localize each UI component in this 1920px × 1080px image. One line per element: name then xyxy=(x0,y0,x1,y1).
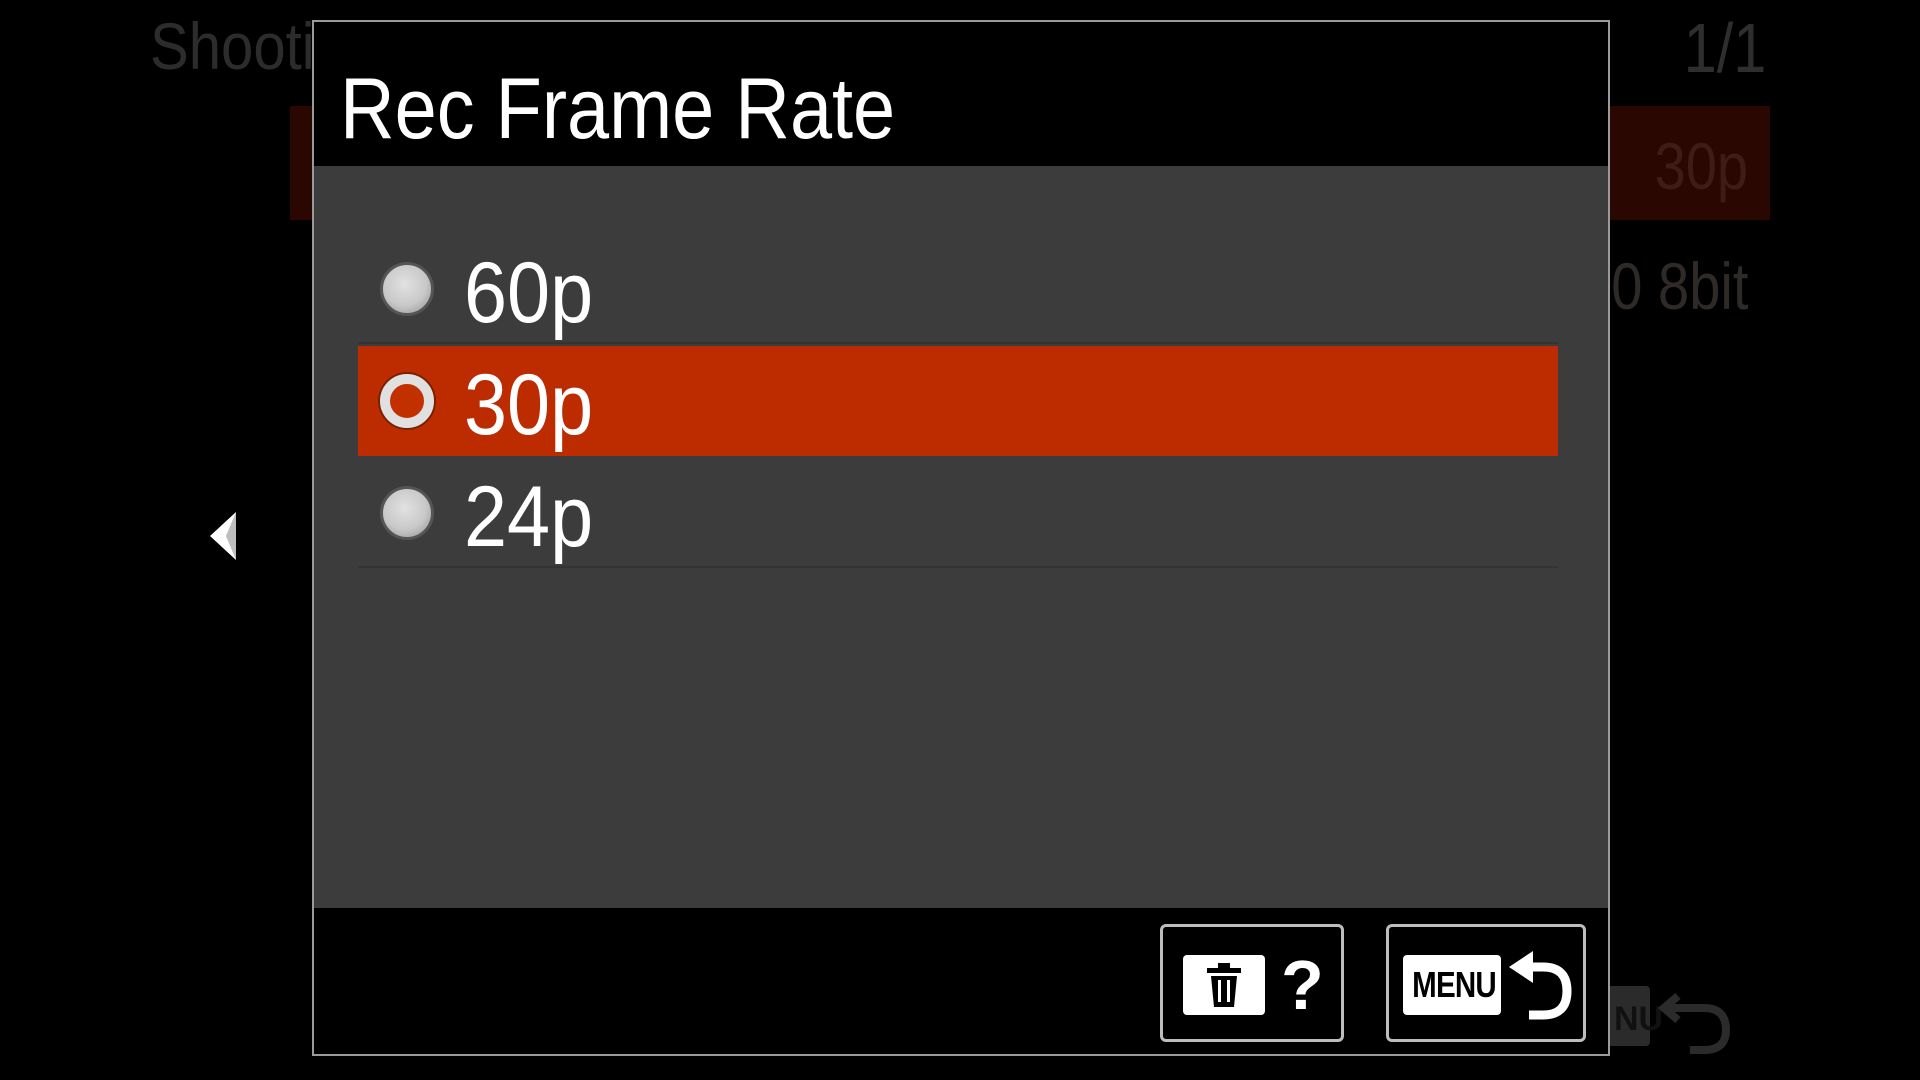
radio-icon xyxy=(380,374,434,428)
menu-label: MENU xyxy=(1412,964,1496,1005)
option-30p[interactable]: 30p xyxy=(358,346,1558,456)
option-label: 60p xyxy=(464,245,594,341)
delete-help-button[interactable]: ? xyxy=(1160,924,1344,1042)
radio-icon xyxy=(380,486,434,540)
option-label: 24p xyxy=(464,469,594,565)
left-arrow-icon[interactable] xyxy=(206,510,240,562)
help-icon: ? xyxy=(1281,946,1324,1024)
option-60p[interactable]: 60p xyxy=(358,234,1558,344)
return-icon xyxy=(1507,949,1573,1021)
option-label: 30p xyxy=(464,357,594,453)
trash-icon xyxy=(1183,955,1265,1015)
page-indicator: 1/1 xyxy=(1683,9,1766,87)
dialog-title: Rec Frame Rate xyxy=(340,61,896,157)
background-return-badge: NU xyxy=(1606,978,1746,1058)
camera-screen: Shooting Image Camera Movie Setup 1/1 30… xyxy=(0,0,1920,1080)
background-row-value-bit-depth: 0 8bit xyxy=(1610,249,1748,323)
frame-rate-options: 60p 30p 24p xyxy=(358,234,1558,570)
background-row-value-frame-rate: 30p xyxy=(1654,129,1748,203)
option-24p[interactable]: 24p xyxy=(358,458,1558,568)
menu-back-button[interactable]: MENU xyxy=(1386,924,1586,1042)
dialog-header: Rec Frame Rate xyxy=(314,22,1608,166)
rec-frame-rate-dialog: Rec Frame Rate 60p 30p 24p ? MENU xyxy=(312,20,1610,1056)
dialog-footer: ? MENU xyxy=(314,908,1608,1054)
background-menu-badge-text: NU xyxy=(1614,1000,1663,1038)
radio-icon xyxy=(380,262,434,316)
menu-badge: MENU xyxy=(1403,955,1501,1015)
